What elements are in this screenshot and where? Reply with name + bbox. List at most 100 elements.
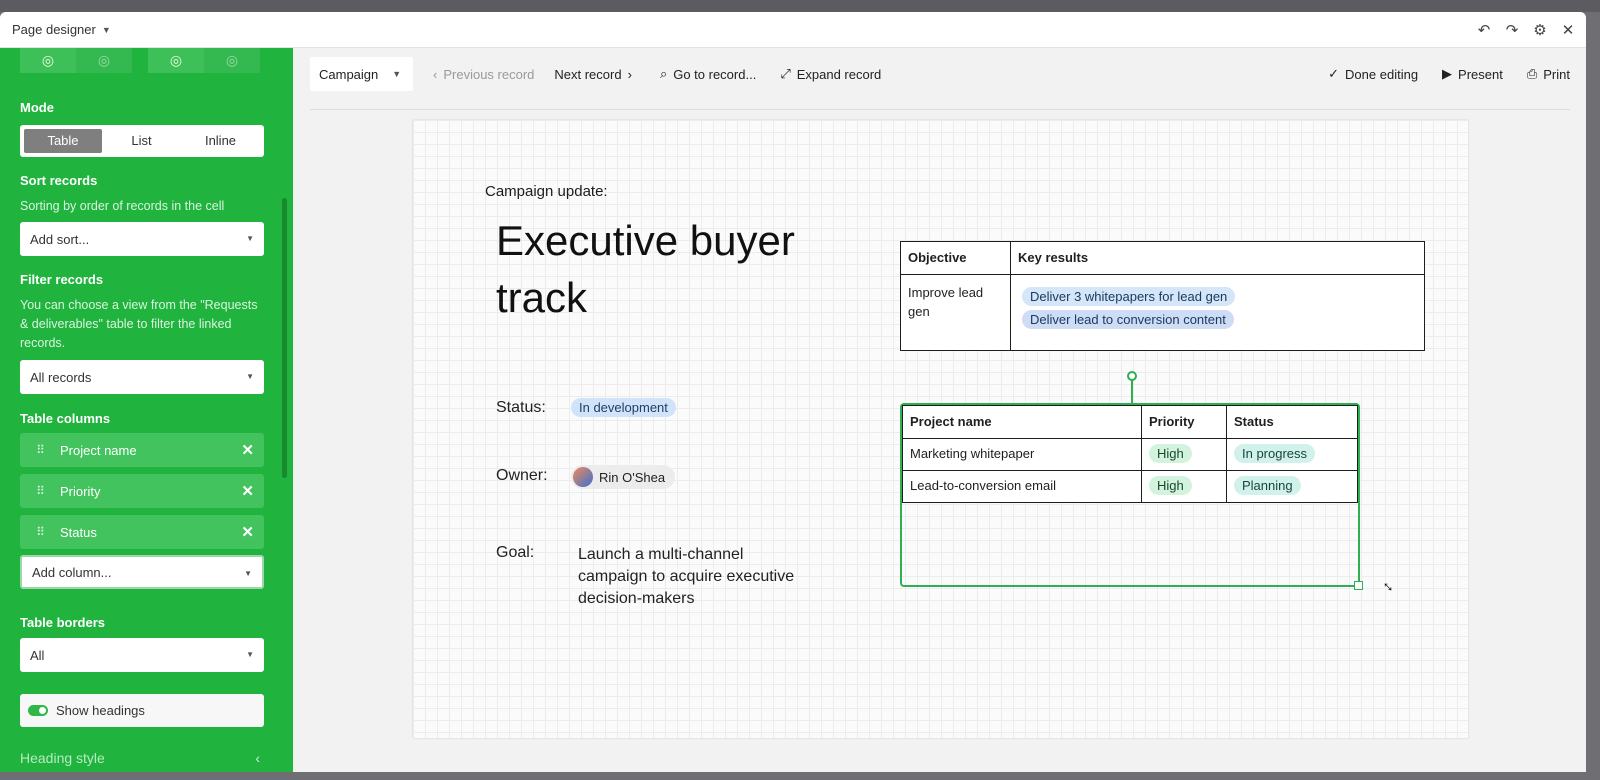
filter-select[interactable]: All records ▼ [20, 360, 264, 394]
status-badge: In development [571, 398, 676, 417]
page-canvas[interactable]: Campaign update: Executive buyer track S… [413, 120, 1468, 738]
next-record-label: Next record [554, 66, 622, 82]
expand-record-button[interactable]: ⤢ Expand record [780, 66, 881, 82]
column-item-status[interactable]: ⠿ Status ✕ [20, 515, 264, 549]
caret-down-icon: ▼ [101, 24, 111, 35]
mode-option-list[interactable]: List [102, 129, 181, 153]
gear-icon[interactable]: ⚙ [1532, 21, 1548, 39]
page-designer-menu[interactable]: Page designer ▼ [0, 22, 111, 37]
priority-cell: High [1141, 438, 1227, 471]
projects-table[interactable]: Project name Priority Status Marketing w… [902, 405, 1358, 503]
heading-style-section[interactable]: Heading style ‹ [20, 750, 264, 766]
drag-handle-icon[interactable]: ⠿ [20, 525, 60, 539]
remove-icon[interactable]: ✕ [241, 441, 254, 459]
table-header-cell: Objective [900, 241, 1011, 275]
previous-record-button[interactable]: ‹ Previous record [433, 67, 534, 82]
mode-option-table[interactable]: Table [24, 129, 102, 153]
sort-records-label: Sort records [20, 173, 98, 188]
show-headings-toggle-row[interactable]: Show headings [20, 694, 264, 727]
app-window: Page designer ▼ ↶ ↷ ⚙ ✕ ◎ ◎ ◎ ◎ Mode Tab… [0, 12, 1586, 772]
dropdown-arrow-icon: ▼ [246, 234, 254, 243]
show-headings-label: Show headings [56, 703, 145, 718]
table-select[interactable]: Campaign ▼ [310, 57, 413, 91]
checkmark-icon: ✓ [1328, 66, 1340, 81]
column-name: Priority [60, 483, 101, 499]
filter-select-value: All records [30, 369, 92, 385]
window-title: Page designer [12, 22, 96, 37]
remove-icon[interactable]: ✕ [241, 482, 254, 500]
objective-cell: Improve lead gen [900, 274, 1011, 351]
close-icon[interactable]: ✕ [1560, 21, 1576, 39]
title-actions: ↶ ↷ ⚙ ✕ [1476, 12, 1576, 48]
objectives-table[interactable]: Objective Key results Improve lead gen D… [900, 241, 1425, 351]
mode-segmented-control: Table List Inline [20, 125, 264, 157]
status-cell: In progress [1226, 438, 1358, 471]
chevron-left-icon: ‹ [255, 750, 260, 766]
attachment-icon[interactable]: ◎ [20, 48, 76, 73]
filter-records-label: Filter records [20, 272, 104, 287]
status-field[interactable]: In development [571, 398, 676, 417]
sidebar-scrollbar[interactable] [282, 198, 287, 478]
redo-icon[interactable]: ↷ [1504, 21, 1520, 39]
table-header-cell: Status [1226, 405, 1358, 439]
owner-label: Owner: [496, 467, 548, 484]
page-title[interactable]: Executive buyer track [496, 212, 826, 326]
table-header-row: Project name Priority Status [902, 405, 1358, 439]
next-record-button[interactable]: Next record › [554, 67, 632, 82]
toolbar-divider [310, 109, 1570, 110]
properties-sidebar: ◎ ◎ ◎ ◎ Mode Table List Inline Sort reco… [0, 48, 293, 772]
table-columns-label: Table columns [20, 411, 111, 426]
attachment-icon[interactable]: ◎ [148, 48, 204, 73]
table-borders-select[interactable]: All ▼ [20, 638, 264, 672]
desktop-strip [0, 0, 1600, 12]
table-header-cell: Priority [1141, 405, 1227, 439]
attachment-alt-icon[interactable]: ◎ [76, 48, 132, 73]
column-name: Project name [60, 442, 137, 458]
dropdown-arrow-icon: ▼ [246, 650, 254, 659]
show-headings-toggle[interactable] [28, 705, 48, 716]
drag-handle-icon[interactable]: ⠿ [20, 443, 60, 457]
mode-option-inline[interactable]: Inline [181, 129, 260, 153]
column-item-priority[interactable]: ⠿ Priority ✕ [20, 474, 264, 508]
table-row: Lead-to-conversion email High Planning [902, 470, 1358, 503]
priority-badge: High [1149, 444, 1192, 463]
status-badge: In progress [1234, 444, 1316, 463]
goal-text[interactable]: Launch a multi-channel campaign to acqui… [578, 544, 808, 610]
present-button[interactable]: ▶ Present [1442, 66, 1503, 82]
add-column-value: Add column... [32, 564, 112, 580]
print-label: Print [1543, 66, 1570, 82]
drag-handle-icon[interactable]: ⠿ [20, 484, 60, 498]
goal-label: Goal: [496, 544, 535, 561]
filter-help-text: You can choose a view from the "Requests… [20, 298, 258, 350]
table-header-cell: Project name [902, 405, 1142, 439]
add-column-select[interactable]: Add column... ▼ [20, 555, 264, 589]
title-bar: Page designer ▼ ↶ ↷ ⚙ ✕ [0, 12, 1586, 48]
go-to-record-button[interactable]: ⌕ Go to record... [660, 66, 756, 82]
key-result-badge: Deliver 3 whitepapers for lead gen [1022, 287, 1236, 306]
undo-icon[interactable]: ↶ [1476, 21, 1492, 39]
chevron-right-icon: › [627, 66, 632, 82]
resize-handle[interactable] [1354, 581, 1363, 590]
present-label: Present [1458, 66, 1503, 82]
owner-field[interactable]: Rin O'Shea [571, 465, 676, 489]
attachment-alt-icon[interactable]: ◎ [204, 48, 260, 73]
status-badge: Planning [1234, 476, 1301, 495]
table-header-cell: Key results [1010, 241, 1425, 275]
sort-select[interactable]: Add sort... ▼ [20, 222, 264, 256]
remove-icon[interactable]: ✕ [241, 523, 254, 541]
key-result-badge: Deliver lead to conversion content [1022, 310, 1234, 329]
go-to-record-label: Go to record... [673, 66, 757, 82]
done-editing-button[interactable]: ✓ Done editing [1328, 66, 1418, 82]
previous-record-label: Previous record [443, 66, 535, 82]
campaign-label[interactable]: Campaign update: [485, 183, 608, 200]
search-icon: ⌕ [659, 66, 668, 81]
project-name-cell: Lead-to-conversion email [902, 470, 1142, 503]
column-item-project-name[interactable]: ⠿ Project name ✕ [20, 433, 264, 467]
expand-record-label: Expand record [796, 66, 882, 82]
key-results-cell: Deliver 3 whitepapers for lead gen Deliv… [1010, 274, 1425, 351]
element-type-group-2: ◎ ◎ [148, 48, 260, 73]
done-editing-label: Done editing [1345, 66, 1419, 82]
print-button[interactable]: ⎙ Print [1527, 66, 1570, 82]
status-label: Status: [496, 399, 546, 416]
toolbar-actions: ✓ Done editing ▶ Present ⎙ Print [1328, 57, 1570, 91]
